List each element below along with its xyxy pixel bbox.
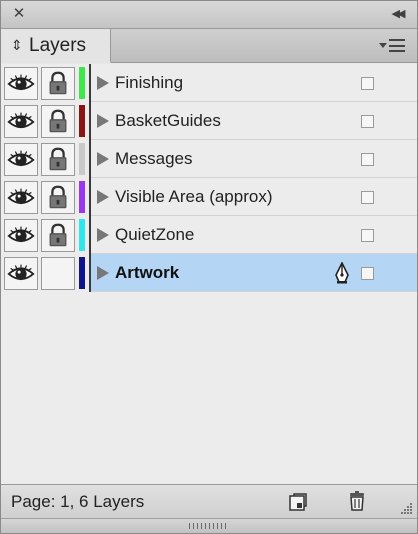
layer-name: Messages [115,149,193,168]
disclosure-triangle-icon[interactable] [97,114,109,128]
layer-color-swatch [79,67,85,99]
layers-list-empty-area[interactable] [1,292,417,484]
layer-color-swatch [79,219,85,251]
layers-list: Finishing BasketGuides Messages Visible Are… [1,64,417,484]
new-layer-icon[interactable] [287,491,309,513]
layer-color-swatch [79,105,85,137]
eye-icon[interactable] [4,143,38,176]
panel-menu-icon[interactable] [379,37,407,55]
pen-nib-icon [333,261,351,284]
disclosure-triangle-icon[interactable] [97,76,109,90]
lock-icon[interactable] [41,181,75,214]
layer-row[interactable]: Artwork [1,254,417,292]
lock-icon[interactable] [41,67,75,100]
layer-color-swatch [79,181,85,213]
layer-select-box[interactable] [361,229,374,242]
eye-icon[interactable] [4,219,38,252]
tab-layers[interactable]: ⇕ Layers [1,29,111,63]
disclosure-triangle-icon[interactable] [97,228,109,242]
tab-arrows-icon: ⇕ [11,37,23,53]
layer-select-box[interactable] [361,77,374,90]
layer-name: Artwork [115,263,180,282]
layer-row[interactable]: QuietZone [1,216,417,254]
layer-name-area[interactable]: Artwork [91,254,417,292]
trash-icon[interactable] [345,489,369,513]
layer-name-area[interactable]: Messages [91,140,417,178]
tab-bar: ⇕ Layers [1,29,417,63]
layer-name-area[interactable]: Finishing [91,64,417,102]
layer-name: Finishing [115,73,184,92]
layer-name-area[interactable]: Visible Area (approx) [91,178,417,216]
layer-row[interactable]: BasketGuides [1,102,417,140]
resize-grip-icon[interactable] [399,501,413,515]
layer-row[interactable]: Finishing [1,64,417,102]
lock-icon[interactable] [41,143,75,176]
layer-name: BasketGuides [115,111,221,130]
layer-select-box[interactable] [361,115,374,128]
layer-name: QuietZone [115,225,195,244]
lock-icon[interactable] [41,219,75,252]
layer-name: Visible Area (approx) [115,187,273,206]
disclosure-triangle-icon[interactable] [97,152,109,166]
layer-row[interactable]: Visible Area (approx) [1,178,417,216]
layer-row[interactable]: Messages [1,140,417,178]
lock-icon[interactable] [41,105,75,138]
panel-footer: Page: 1, 6 Layers [1,484,417,518]
layer-color-swatch [79,143,85,175]
layer-select-box[interactable] [361,191,374,204]
layer-name-area[interactable]: QuietZone [91,216,417,254]
disclosure-triangle-icon[interactable] [97,266,109,280]
eye-icon[interactable] [4,257,38,290]
tab-label: Layers [29,35,87,56]
layer-select-box[interactable] [361,267,374,280]
status-text: Page: 1, 6 Layers [11,492,145,511]
lock-icon[interactable] [41,257,75,290]
close-icon[interactable]: ✕ [11,6,27,22]
layer-select-box[interactable] [361,153,374,166]
eye-icon[interactable] [4,67,38,100]
layer-name-area[interactable]: BasketGuides [91,102,417,140]
drag-handle-icon[interactable] [189,523,229,529]
disclosure-triangle-icon[interactable] [97,190,109,204]
panel-titlebar[interactable]: ✕ ◀◀ [1,1,417,29]
eye-icon[interactable] [4,181,38,214]
panel-resize-bar[interactable] [1,518,417,533]
layer-color-swatch [79,257,85,289]
layers-panel: ✕ ◀◀ ⇕ Layers Finishing BasketGuides Messa… [0,0,418,534]
eye-icon[interactable] [4,105,38,138]
collapse-icon[interactable]: ◀◀ [387,6,407,22]
